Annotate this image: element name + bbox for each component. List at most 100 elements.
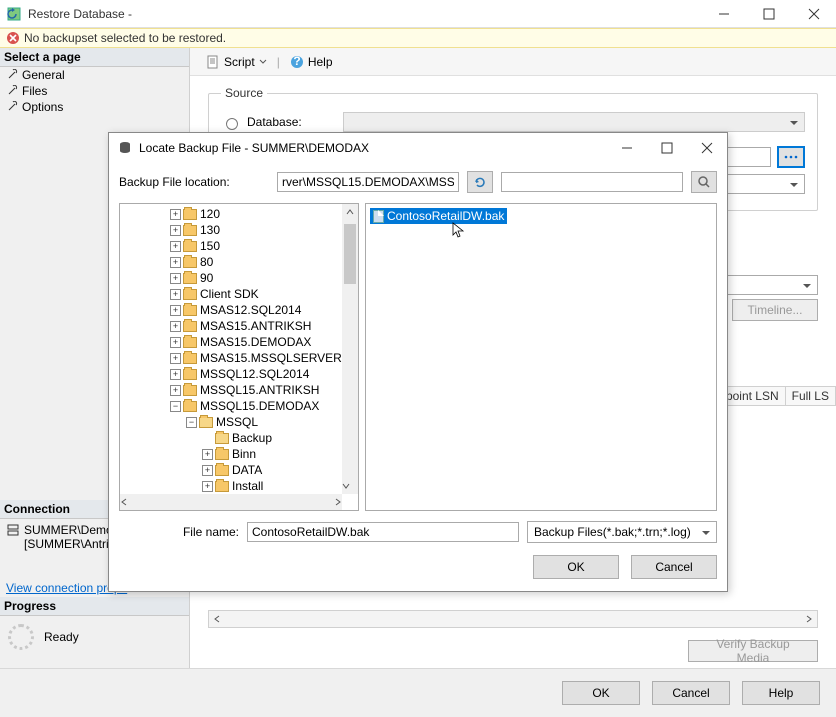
folder-icon (199, 417, 213, 428)
file-item-label: ContosoRetailDW.bak (387, 209, 504, 223)
expander-icon[interactable]: + (170, 305, 181, 316)
page-options[interactable]: Options (0, 99, 189, 115)
tree-row[interactable]: + Install (122, 478, 342, 494)
ellipsis-icon (783, 152, 799, 162)
tree-hscroll-left[interactable] (120, 495, 128, 509)
tree-hscroll-right[interactable] (334, 495, 342, 509)
progress-header: Progress (0, 597, 189, 616)
help-button-bottom[interactable]: Help (742, 681, 820, 705)
tree-row[interactable]: Backup (122, 430, 342, 446)
tree-hscrollbar[interactable] (120, 494, 342, 510)
folder-icon (183, 369, 197, 380)
hscroll-left[interactable] (209, 611, 225, 627)
timeline-button[interactable]: Timeline... (732, 299, 818, 321)
expander-icon[interactable]: + (170, 369, 181, 380)
tree-vscroll-thumb[interactable] (344, 224, 356, 284)
tree-row[interactable]: +MSAS12.SQL2014 (122, 302, 342, 318)
tree-row[interactable]: +MSSQL12.SQL2014 (122, 366, 342, 382)
backupset-hscroll[interactable] (208, 610, 818, 628)
dialog-cancel-button[interactable]: Cancel (631, 555, 717, 579)
verify-backup-button[interactable]: Verify Backup Media (688, 640, 818, 662)
tree-row[interactable]: +130 (122, 222, 342, 238)
folder-icon (215, 481, 229, 492)
ok-button[interactable]: OK (562, 681, 640, 705)
file-item-selected[interactable]: ContosoRetailDW.bak (370, 208, 507, 224)
expander-icon[interactable]: + (170, 385, 181, 396)
chevron-down-icon (259, 58, 267, 66)
tree-row[interactable]: − MSSQL15.DEMODAX (122, 398, 342, 414)
expander-icon[interactable]: + (202, 465, 213, 476)
maximize-button[interactable] (746, 0, 791, 28)
minimize-button[interactable] (701, 0, 746, 28)
tree-row[interactable]: +Client SDK (122, 286, 342, 302)
tree-row[interactable]: +MSAS15.DEMODAX (122, 334, 342, 350)
expander-icon[interactable]: − (186, 417, 197, 428)
page-files[interactable]: Files (0, 83, 189, 99)
file-filter-combo[interactable]: Backup Files(*.bak;*.trn;*.log) (527, 521, 717, 543)
tree-row[interactable]: +MSSQL15.ANTRIKSH (122, 382, 342, 398)
dialog-close-button[interactable] (687, 133, 727, 163)
expander-icon[interactable]: + (170, 241, 181, 252)
progress-spinner-icon (8, 624, 34, 650)
expander-icon[interactable]: + (170, 225, 181, 236)
expander-icon[interactable]: + (170, 209, 181, 220)
tree-vscroll-up[interactable] (342, 204, 358, 220)
search-button[interactable] (691, 171, 717, 193)
file-list[interactable]: ContosoRetailDW.bak (365, 203, 717, 511)
restore-icon (6, 6, 22, 22)
tree-label: MSAS15.ANTRIKSH (200, 319, 311, 333)
tree-vscroll-down[interactable] (342, 478, 350, 494)
tree-row[interactable]: +MSAS15.MSSQLSERVER (122, 350, 342, 366)
folder-icon (183, 209, 197, 220)
expander-icon[interactable]: + (170, 289, 181, 300)
source-database-radio[interactable] (226, 118, 238, 130)
location-input[interactable] (277, 172, 459, 192)
expander-icon[interactable]: + (202, 481, 213, 492)
page-general[interactable]: General (0, 67, 189, 83)
browse-device-button[interactable] (777, 146, 805, 168)
tree-row[interactable]: +120 (122, 206, 342, 222)
folder-icon (183, 257, 197, 268)
tree-vscrollbar[interactable] (342, 204, 358, 494)
tree-row[interactable]: +150 (122, 238, 342, 254)
filename-input[interactable] (247, 522, 519, 542)
source-database-label: Database: (247, 115, 337, 129)
tree-row[interactable]: − MSSQL (122, 414, 342, 430)
folder-icon (183, 289, 197, 300)
tree-row[interactable]: + MSAS15.ANTRIKSH (122, 318, 342, 334)
script-button[interactable]: Script (200, 53, 273, 71)
expander-icon[interactable]: + (170, 273, 181, 284)
help-button[interactable]: ? Help (284, 53, 339, 71)
folder-icon (183, 273, 197, 284)
expander-icon[interactable]: + (170, 321, 181, 332)
source-database-combo[interactable] (343, 112, 805, 132)
tree-label: 150 (200, 239, 220, 253)
col-full-ls[interactable]: Full LS (786, 386, 836, 406)
refresh-button[interactable] (467, 171, 493, 193)
expander-icon[interactable]: + (170, 337, 181, 348)
hscroll-right[interactable] (801, 611, 817, 627)
refresh-icon (473, 175, 487, 189)
cancel-button[interactable]: Cancel (652, 681, 730, 705)
search-input[interactable] (501, 172, 683, 192)
close-button[interactable] (791, 0, 836, 28)
expander-icon[interactable]: + (170, 353, 181, 364)
dialog-ok-button[interactable]: OK (533, 555, 619, 579)
tree-label: Install (232, 479, 263, 493)
folder-tree[interactable]: +120+130+150+80+90+Client SDK+MSAS12.SQL… (119, 203, 359, 511)
expander-icon[interactable]: + (170, 257, 181, 268)
dialog-minimize-button[interactable] (607, 133, 647, 163)
expander-icon[interactable]: − (170, 401, 181, 412)
expander-icon[interactable]: + (202, 449, 213, 460)
tree-row[interactable]: +80 (122, 254, 342, 270)
dialog-maximize-button[interactable] (647, 133, 687, 163)
tree-label: MSSQL (216, 415, 258, 429)
tree-row[interactable]: +90 (122, 270, 342, 286)
col-point-lsn[interactable]: point LSN (719, 386, 786, 406)
tree-row[interactable]: + DATA (122, 462, 342, 478)
select-page-header: Select a page (0, 48, 189, 67)
tree-label: DATA (232, 463, 262, 477)
dialog-title: Locate Backup File - SUMMER\DEMODAX (139, 141, 607, 155)
tree-label: MSSQL15.DEMODAX (200, 399, 319, 413)
tree-row[interactable]: +Binn (122, 446, 342, 462)
